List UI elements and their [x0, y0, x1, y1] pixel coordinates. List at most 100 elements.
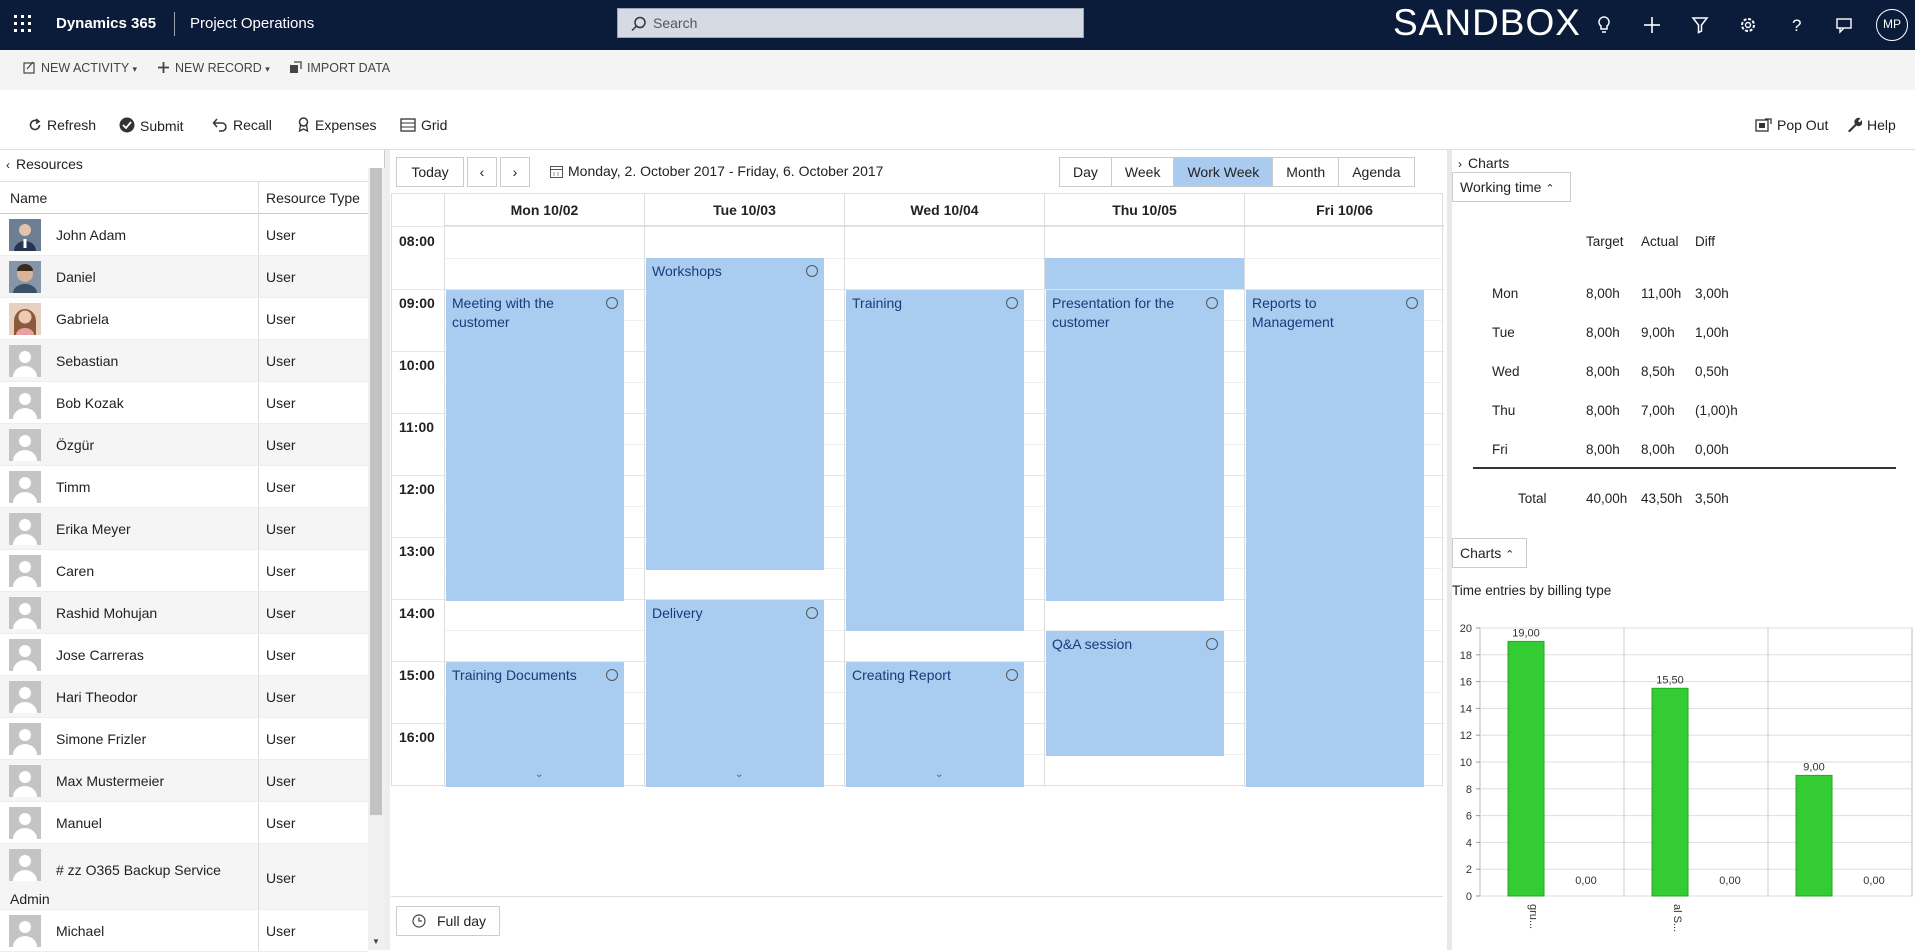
view-week-button[interactable]: Week	[1111, 158, 1175, 186]
lightbulb-icon[interactable]	[1590, 11, 1618, 39]
resource-type: User	[266, 870, 296, 886]
table-row[interactable]: Bob Kozak User	[0, 382, 368, 424]
grid-button[interactable]: Grid	[400, 117, 447, 133]
previous-week-button[interactable]: ‹	[467, 157, 497, 187]
table-row[interactable]: Michael User	[0, 910, 368, 952]
table-row[interactable]: Timm User	[0, 466, 368, 508]
scroll-down-icon[interactable]: ▼	[372, 937, 380, 946]
resource-name: Simone Frizler	[56, 731, 147, 747]
pop-out-button[interactable]: Pop Out	[1755, 117, 1828, 133]
table-row[interactable]: John Adam User	[0, 214, 368, 256]
wrench-icon	[1848, 117, 1863, 133]
chevron-left-icon[interactable]: ‹	[6, 158, 10, 172]
charts-panel-title: Charts	[1468, 155, 1510, 171]
app-launcher-icon[interactable]	[14, 15, 34, 35]
day-header[interactable]: Wed 10/04	[844, 194, 1044, 226]
resource-name: Manuel	[56, 815, 102, 831]
check-circle-icon	[119, 117, 135, 133]
view-day-button[interactable]: Day	[1060, 158, 1112, 186]
table-row[interactable]: Daniel User	[0, 256, 368, 298]
table-row[interactable]: Simone Frizler User	[0, 718, 368, 760]
calendar-event[interactable]: Presentation for the customer	[1046, 290, 1224, 601]
chevron-down-icon[interactable]: ⌄	[535, 765, 543, 784]
table-row[interactable]: Jose Carreras User	[0, 634, 368, 676]
grid-icon	[400, 118, 416, 132]
table-row[interactable]: # zz O365 Backup Service Admin User	[0, 844, 368, 910]
working-time-toggle[interactable]: Working time ⌃	[1452, 172, 1571, 202]
next-week-button[interactable]: ›	[500, 157, 530, 187]
new-activity-button[interactable]: NEW ACTIVITY ▾	[23, 61, 137, 75]
chevron-down-icon[interactable]: ⌄	[735, 765, 743, 784]
environment-label: SANDBOX	[1393, 2, 1581, 43]
time-label: 12:00	[399, 481, 435, 497]
search-input[interactable]: Search	[617, 8, 1084, 38]
brand-name[interactable]: Dynamics 365	[56, 15, 156, 32]
gear-icon[interactable]	[1734, 11, 1762, 39]
recall-button[interactable]: Recall	[212, 117, 272, 133]
chevron-left-icon: ‹	[479, 164, 485, 180]
view-agenda-button[interactable]: Agenda	[1339, 158, 1414, 186]
resources-scrollbar[interactable]: ▼	[368, 168, 385, 950]
plus-icon[interactable]	[1638, 11, 1666, 39]
table-row[interactable]: Özgür User	[0, 424, 368, 466]
table-row[interactable]: Rashid Mohujan User	[0, 592, 368, 634]
table-row[interactable]: Sebastian User	[0, 340, 368, 382]
help-button[interactable]: Help	[1846, 117, 1896, 133]
total-label: Total	[1518, 491, 1547, 506]
scrollbar-thumb[interactable]	[370, 168, 382, 815]
expenses-button[interactable]: Expenses	[297, 117, 376, 133]
app-name[interactable]: Project Operations	[190, 15, 314, 32]
day-header[interactable]: Fri 10/06	[1244, 194, 1444, 226]
event-title: Workshops	[652, 263, 722, 279]
full-day-button[interactable]: Full day	[396, 906, 500, 936]
calendar-event[interactable]: Training	[846, 290, 1024, 631]
new-record-button[interactable]: NEW RECORD ▾	[157, 61, 270, 75]
view-work-week-button[interactable]: Work Week	[1174, 158, 1274, 186]
day-header[interactable]: Mon 10/02	[444, 194, 644, 226]
today-button[interactable]: Today	[396, 157, 464, 187]
table-row[interactable]: Hari Theodor User	[0, 676, 368, 718]
resource-name: Daniel	[56, 269, 96, 285]
calendar-event[interactable]: Training Documents ⌄	[446, 662, 624, 787]
filter-icon[interactable]	[1686, 11, 1714, 39]
chevron-down-icon[interactable]: ⌄	[935, 765, 943, 784]
import-icon	[290, 61, 302, 73]
event-title: Reports to Management	[1252, 295, 1334, 330]
calendar-event[interactable]: Reports to Management	[1246, 290, 1424, 787]
calendar-event[interactable]: Meeting with the customer	[446, 290, 624, 601]
user-avatar[interactable]: MP	[1876, 9, 1908, 41]
day-header[interactable]: Tue 10/03	[644, 194, 844, 226]
feedback-icon[interactable]	[1830, 11, 1858, 39]
table-row[interactable]: Max Mustermeier User	[0, 760, 368, 802]
table-row[interactable]: Manuel User	[0, 802, 368, 844]
calendar-event[interactable]: Q&A session	[1046, 631, 1224, 756]
command-bar-primary: NEW ACTIVITY ▾ NEW RECORD ▾ IMPORT DATA	[0, 50, 1915, 90]
x-tick-label: al S...	[1671, 904, 1683, 932]
column-header-name[interactable]: Name	[10, 190, 47, 206]
charts-panel-header[interactable]: › Charts	[1458, 155, 1509, 171]
resource-name: Timm	[56, 479, 91, 495]
submit-button[interactable]: Submit	[119, 117, 184, 134]
calendar-event[interactable]: Creating Report ⌄	[846, 662, 1024, 787]
view-month-button[interactable]: Month	[1273, 158, 1340, 186]
table-row[interactable]: Erika Meyer User	[0, 508, 368, 550]
calendar-event[interactable]: Workshops	[646, 258, 824, 570]
resources-header[interactable]: ‹ Resources	[0, 150, 385, 182]
data-label: 15,50	[1656, 674, 1684, 686]
import-data-button[interactable]: IMPORT DATA	[289, 61, 390, 75]
date-range-label: Monday, 2. October 2017 - Friday, 6. Oct…	[568, 163, 884, 179]
date-range[interactable]: Monday, 2. October 2017 - Friday, 6. Oct…	[550, 163, 883, 179]
calendar-event[interactable]: Delivery ⌄	[646, 600, 824, 787]
resource-name: Hari Theodor	[56, 689, 138, 705]
target-value: 8,00h	[1586, 325, 1620, 340]
column-header-resource-type[interactable]: Resource Type	[266, 190, 360, 206]
help-icon[interactable]: ?	[1782, 11, 1810, 39]
y-tick-label: 16	[1460, 677, 1472, 689]
table-row[interactable]: Gabriela User	[0, 298, 368, 340]
refresh-button[interactable]: Refresh	[28, 117, 96, 133]
calendar-event[interactable]	[1045, 258, 1244, 289]
charts-toggle[interactable]: Charts ⌃	[1452, 538, 1527, 568]
day-header[interactable]: Thu 10/05	[1044, 194, 1244, 226]
table-row[interactable]: Caren User	[0, 550, 368, 592]
time-label: 08:00	[399, 233, 435, 249]
